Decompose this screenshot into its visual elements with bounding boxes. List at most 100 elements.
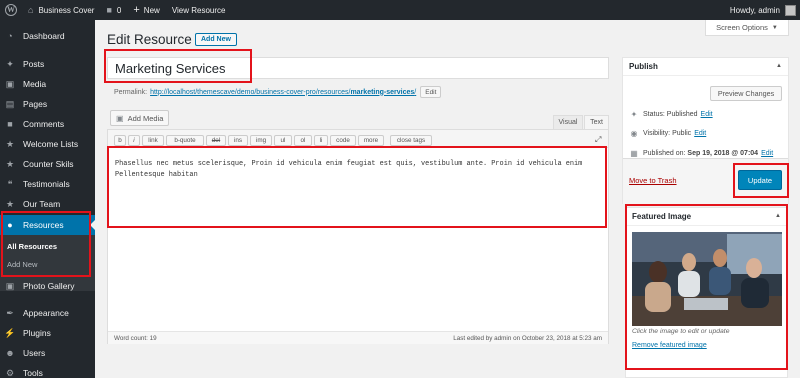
howdy-label: Howdy, admin [729, 5, 780, 15]
sidebar-item-media[interactable]: ▣ Media [0, 74, 95, 94]
status-label: Status: [643, 111, 665, 118]
view-resource-link[interactable]: View Resource [166, 0, 232, 20]
wordpress-icon: W [5, 4, 17, 16]
fullscreen-icon[interactable]: ⤢ [595, 135, 601, 145]
qt-li-button[interactable]: li [314, 135, 328, 146]
sidebar-item-welcome-lists[interactable]: ★ Welcome Lists [0, 134, 95, 154]
sidebar-item-photo-gallery[interactable]: ▣ Photo Gallery [0, 276, 95, 296]
appearance-icon: ✒ [6, 307, 14, 318]
qt-blockquote-button[interactable]: b-quote [166, 135, 204, 146]
published-label: Published on: [643, 150, 686, 157]
publish-box-header[interactable]: Publish ▲ [623, 58, 788, 76]
featured-image-header[interactable]: Featured Image ▲ [626, 208, 787, 226]
eye-icon: ◉ [630, 129, 638, 138]
sidebar-item-dashboard[interactable]: ◔ Dashboard [0, 26, 95, 46]
qt-img-button[interactable]: img [250, 135, 272, 146]
new-label: New [143, 5, 160, 15]
my-account-link[interactable]: Howdy, admin [729, 4, 800, 16]
sidebar-item-label: Tools [23, 368, 43, 378]
preview-changes-button[interactable]: Preview Changes [710, 86, 782, 101]
publish-box: Publish ▲ Preview Changes ✦ Status: Publ… [622, 57, 789, 204]
active-indicator [90, 220, 95, 230]
add-media-button[interactable]: ▣ Add Media [110, 110, 170, 126]
add-media-label: Add Media [127, 113, 164, 123]
tools-icon: ⚙ [5, 367, 15, 378]
pages-icon: ▤ [5, 98, 15, 109]
sidebar-item-label: Pages [23, 99, 48, 109]
qt-code-button[interactable]: code [330, 135, 356, 146]
sidebar-item-label: Media [23, 79, 47, 89]
business-meeting-photo [632, 232, 782, 326]
visibility-row: ◉ Visibility: Public Edit [629, 129, 707, 138]
permalink-base: http://localhost/themescave/demo/busines… [150, 88, 351, 96]
wordpress-logo-button[interactable]: W [0, 0, 22, 20]
add-new-button[interactable]: Add New [195, 33, 237, 46]
pin-icon: ✦ [630, 110, 638, 119]
comment-icon: ■ [106, 5, 112, 15]
sidebar-item-label: Photo Gallery [23, 281, 75, 291]
qt-ins-button[interactable]: ins [228, 135, 248, 146]
resources-icon: ● [7, 220, 13, 230]
media-icon: ▣ [116, 113, 124, 123]
permalink-url[interactable]: http://localhost/themescave/demo/busines… [150, 89, 416, 96]
sidebar-item-users[interactable]: ☻ Users [0, 343, 95, 363]
edit-date-link[interactable]: Edit [761, 150, 773, 157]
toggle-up-icon[interactable]: ▲ [775, 213, 781, 219]
comments-icon: ■ [7, 119, 13, 129]
submenu-all-resources[interactable]: All Resources [7, 242, 57, 251]
comments-count: 0 [116, 5, 122, 15]
sidebar-item-our-team[interactable]: ★ Our Team [0, 194, 95, 214]
status-row: ✦ Status: Published Edit [629, 110, 713, 119]
sidebar-item-appearance[interactable]: ✒ Appearance [0, 303, 95, 323]
sidebar-item-label: Welcome Lists [23, 139, 79, 149]
qt-del-button[interactable]: del [206, 135, 226, 146]
edit-slug-button[interactable]: Edit [420, 86, 442, 98]
sidebar-item-counter-skils[interactable]: ★ Counter Skils [0, 154, 95, 174]
qt-bold-button[interactable]: b [114, 135, 126, 146]
sidebar-item-testimonials[interactable]: ❝ Testimonials [0, 174, 95, 194]
featured-image-thumbnail[interactable] [632, 232, 782, 326]
featured-image-box: Featured Image ▲ Click the image to edit… [625, 207, 788, 378]
editor-textarea[interactable]: Phasellus nec metus scelerisque, Proin i… [115, 159, 600, 181]
admin-bar: W ⌂ Business Cover ■ 0 + New View Resour… [0, 0, 800, 20]
comments-link[interactable]: ■ 0 [100, 0, 127, 20]
sidebar-item-tools[interactable]: ⚙ Tools [0, 363, 95, 378]
status-value: Published [666, 111, 698, 118]
sidebar-item-comments[interactable]: ■ Comments [0, 114, 95, 134]
sidebar-item-label: Counter Skils [23, 159, 74, 169]
sidebar-item-posts[interactable]: ✦ Posts [0, 54, 95, 74]
tab-text[interactable]: Text [584, 115, 609, 129]
edit-visibility-link[interactable]: Edit [694, 130, 706, 137]
sidebar-item-pages[interactable]: ▤ Pages [0, 94, 95, 114]
update-button[interactable]: Update [738, 170, 782, 190]
permalink-label: Permalink: [114, 88, 148, 96]
sidebar-item-resources[interactable]: ● Resources [0, 215, 95, 235]
post-title-input[interactable]: Marketing Services [107, 57, 609, 79]
qt-ul-button[interactable]: ul [274, 135, 292, 146]
tab-visual[interactable]: Visual [553, 115, 583, 129]
qt-close-tags-button[interactable]: close tags [390, 135, 432, 146]
admin-sidebar: ◔ Dashboard ✦ Posts ▣ Media ▤ Pages ■ Co… [0, 20, 95, 378]
qt-more-button[interactable]: more [358, 135, 384, 146]
plus-icon: + [133, 4, 140, 16]
sidebar-item-label: Plugins [23, 328, 51, 338]
toggle-up-icon[interactable]: ▲ [776, 63, 782, 69]
screen-options-button[interactable]: Screen Options ▼ [705, 20, 789, 36]
featured-image-caption: Click the image to edit or update [632, 328, 730, 335]
team-icon: ★ [5, 198, 15, 209]
visibility-label: Visibility: [643, 130, 671, 137]
remove-featured-image-link[interactable]: Remove featured image [632, 342, 707, 349]
submenu-add-new[interactable]: Add New [7, 260, 37, 269]
qt-ol-button[interactable]: ol [294, 135, 312, 146]
sidebar-item-label: Posts [23, 59, 45, 69]
edit-status-link[interactable]: Edit [701, 111, 713, 118]
new-content-link[interactable]: + New [127, 0, 165, 20]
site-name-link[interactable]: ⌂ Business Cover [22, 0, 100, 20]
sidebar-item-plugins[interactable]: ⚡ Plugins [0, 323, 95, 343]
move-to-trash-link[interactable]: Move to Trash [629, 176, 677, 185]
qt-link-button[interactable]: link [142, 135, 164, 146]
visibility-value: Public [672, 130, 692, 137]
sidebar-item-label: Comments [23, 119, 65, 129]
qt-italic-button[interactable]: i [128, 135, 140, 146]
screen-options-label: Screen Options [716, 23, 768, 32]
